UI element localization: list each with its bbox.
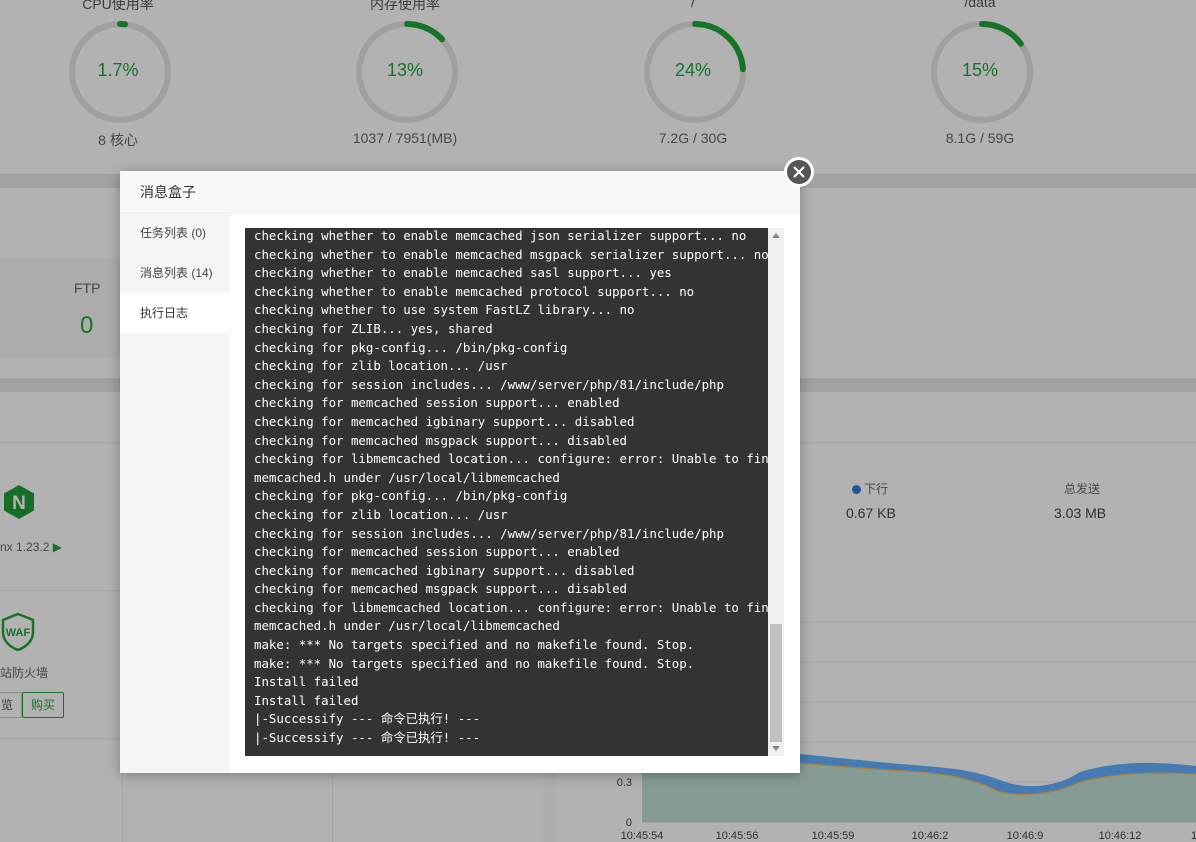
- log-line: checking whether to enable memcached pro…: [254, 283, 695, 299]
- message-box-dialog: 消息盒子 任务列表 (0) 消息列表 (14) 执行日志 checking wh…: [120, 157, 814, 773]
- log-line: checking whether to enable memcached msg…: [254, 246, 768, 262]
- log-line: checking for memcached session support..…: [254, 395, 620, 411]
- log-lines: checking whether to enable memcached jso…: [254, 228, 768, 748]
- log-line: make: *** No targets specified and no ma…: [254, 637, 695, 653]
- log-line: checking whether to enable memcached jso…: [254, 228, 747, 243]
- tab-execution-log[interactable]: 执行日志: [120, 293, 230, 333]
- scroll-up-arrow-icon[interactable]: [772, 233, 780, 238]
- log-line: checking for pkg-config... /bin/pkg-conf…: [254, 488, 568, 504]
- log-line: checking for session includes... /www/se…: [254, 525, 724, 541]
- log-line: checking for ZLIB... yes, shared: [254, 320, 493, 336]
- log-line: checking for memcached msgpack support..…: [254, 581, 627, 597]
- log-line: checking for memcached msgpack support..…: [254, 432, 627, 448]
- log-line: checking for session includes... /www/se…: [254, 376, 724, 392]
- log-scrollbar[interactable]: [768, 228, 784, 756]
- log-line: checking for memcached igbinary support.…: [254, 562, 635, 578]
- log-line: |-Successify --- 命令已执行! ---: [254, 711, 481, 727]
- execution-log-output[interactable]: checking whether to enable memcached jso…: [245, 228, 768, 756]
- dialog-title: 消息盒子: [120, 171, 800, 213]
- log-line: checking for pkg-config... /bin/pkg-conf…: [254, 339, 568, 355]
- log-line: memcached.h under /usr/local/libmemcache…: [254, 469, 560, 485]
- scrollbar-thumb[interactable]: [770, 624, 782, 742]
- log-line: checking for memcached session support..…: [254, 544, 620, 560]
- close-icon: [793, 166, 805, 178]
- close-button[interactable]: [784, 157, 814, 187]
- log-line: Install failed: [254, 692, 359, 708]
- log-line: |-Successify --- 命令已执行! ---: [254, 730, 481, 746]
- log-line: checking for zlib location... /usr: [254, 358, 508, 374]
- log-line: Install failed: [254, 674, 359, 690]
- scroll-down-arrow-icon[interactable]: [772, 746, 780, 751]
- tab-task-list[interactable]: 任务列表 (0): [120, 213, 230, 253]
- log-line: checking for libmemcached location... co…: [254, 451, 768, 467]
- log-line: checking for zlib location... /usr: [254, 506, 508, 522]
- log-line: memcached.h under /usr/local/libmemcache…: [254, 618, 560, 634]
- log-line: make: *** No targets specified and no ma…: [254, 655, 695, 671]
- log-line: checking whether to enable memcached sas…: [254, 265, 672, 281]
- log-line: checking for memcached igbinary support.…: [254, 413, 635, 429]
- tab-message-list[interactable]: 消息列表 (14): [120, 253, 230, 293]
- log-line: checking whether to use system FastLZ li…: [254, 302, 635, 318]
- log-line: checking for libmemcached location... co…: [254, 599, 768, 615]
- dialog-tab-list: 任务列表 (0) 消息列表 (14) 执行日志: [120, 213, 230, 773]
